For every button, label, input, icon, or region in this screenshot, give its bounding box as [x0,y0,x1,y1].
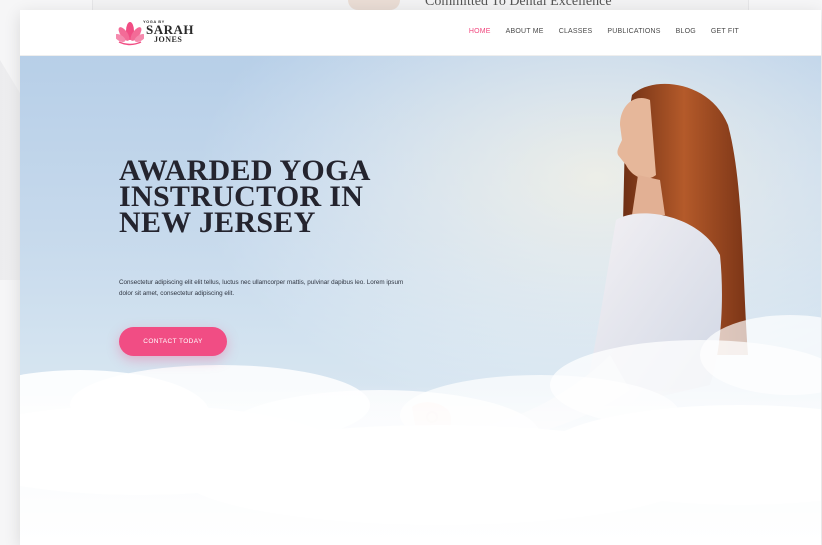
hero-background-image [20,55,821,545]
hero-section: AWARDED YOGA INSTRUCTOR IN NEW JERSEY Co… [20,55,821,545]
nav-item-classes[interactable]: CLASSES [559,28,593,35]
site-header: YOGA BY SARAH JONES HOME ABOUT ME CLASSE… [20,10,821,56]
main-nav: HOME ABOUT ME CLASSES PUBLICATIONS BLOG … [469,28,739,35]
hero-title: AWARDED YOGA INSTRUCTOR IN NEW JERSEY [119,154,370,239]
logo[interactable]: YOGA BY SARAH JONES [116,17,216,49]
contact-today-button[interactable]: CONTACT TODAY [119,327,227,356]
background-thumbnail [348,0,400,10]
nav-item-publications[interactable]: PUBLICATIONS [607,28,660,35]
logo-name-last: JONES [154,35,183,44]
hero-description: Consectetur adipiscing elit elit tellus,… [119,279,404,297]
nav-item-get-fit[interactable]: GET FIT [711,28,739,35]
nav-item-home[interactable]: HOME [469,28,491,35]
lotus-logo-icon [116,22,144,46]
nav-item-blog[interactable]: BLOG [676,28,696,35]
nav-item-about-me[interactable]: ABOUT ME [506,28,544,35]
background-page-heading: Committed To Dental Excellence [425,0,612,9]
site-mockup: YOGA BY SARAH JONES HOME ABOUT ME CLASSE… [20,10,821,545]
